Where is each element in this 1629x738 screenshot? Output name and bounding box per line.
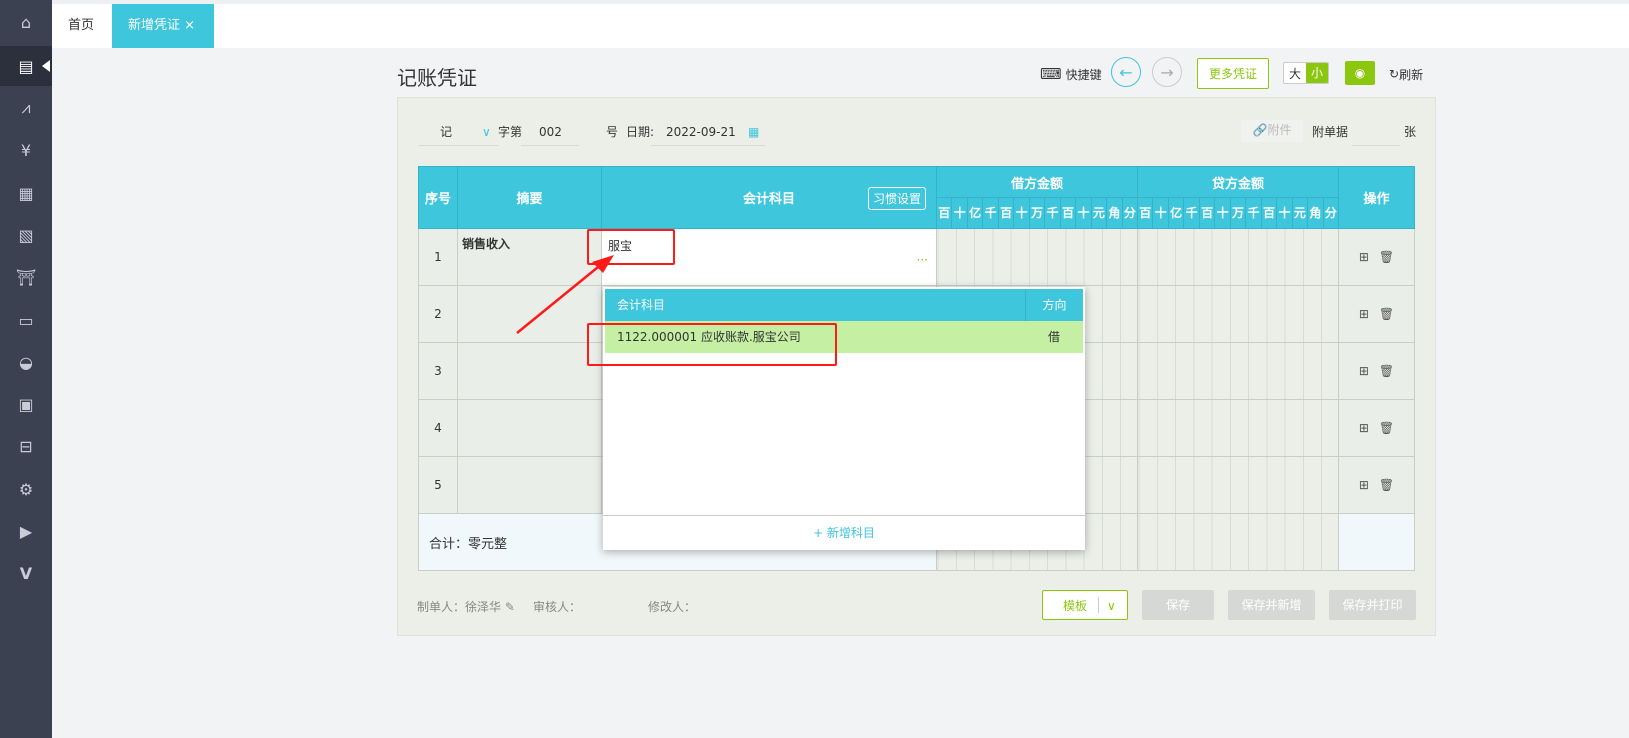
- save-button[interactable]: 保存: [1142, 590, 1214, 620]
- maker-label: 制单人：: [417, 600, 466, 614]
- maker-info: 制单人：徐泽华 ✎: [417, 598, 515, 615]
- reviewer-label: 审核人：: [533, 600, 582, 614]
- edit-icon[interactable]: ✎: [505, 600, 515, 614]
- annotation-arrow: [516, 255, 614, 334]
- template-label: 模板: [1063, 599, 1088, 613]
- modifier-label: 修改人：: [648, 600, 697, 614]
- chevron-down-icon[interactable]: ∨: [1107, 591, 1116, 621]
- save-print-button[interactable]: 保存并打印: [1329, 590, 1416, 620]
- template-button[interactable]: 模板 ∨: [1042, 590, 1128, 620]
- maker-name: 徐泽华: [465, 600, 502, 614]
- save-new-button[interactable]: 保存并新增: [1228, 590, 1315, 620]
